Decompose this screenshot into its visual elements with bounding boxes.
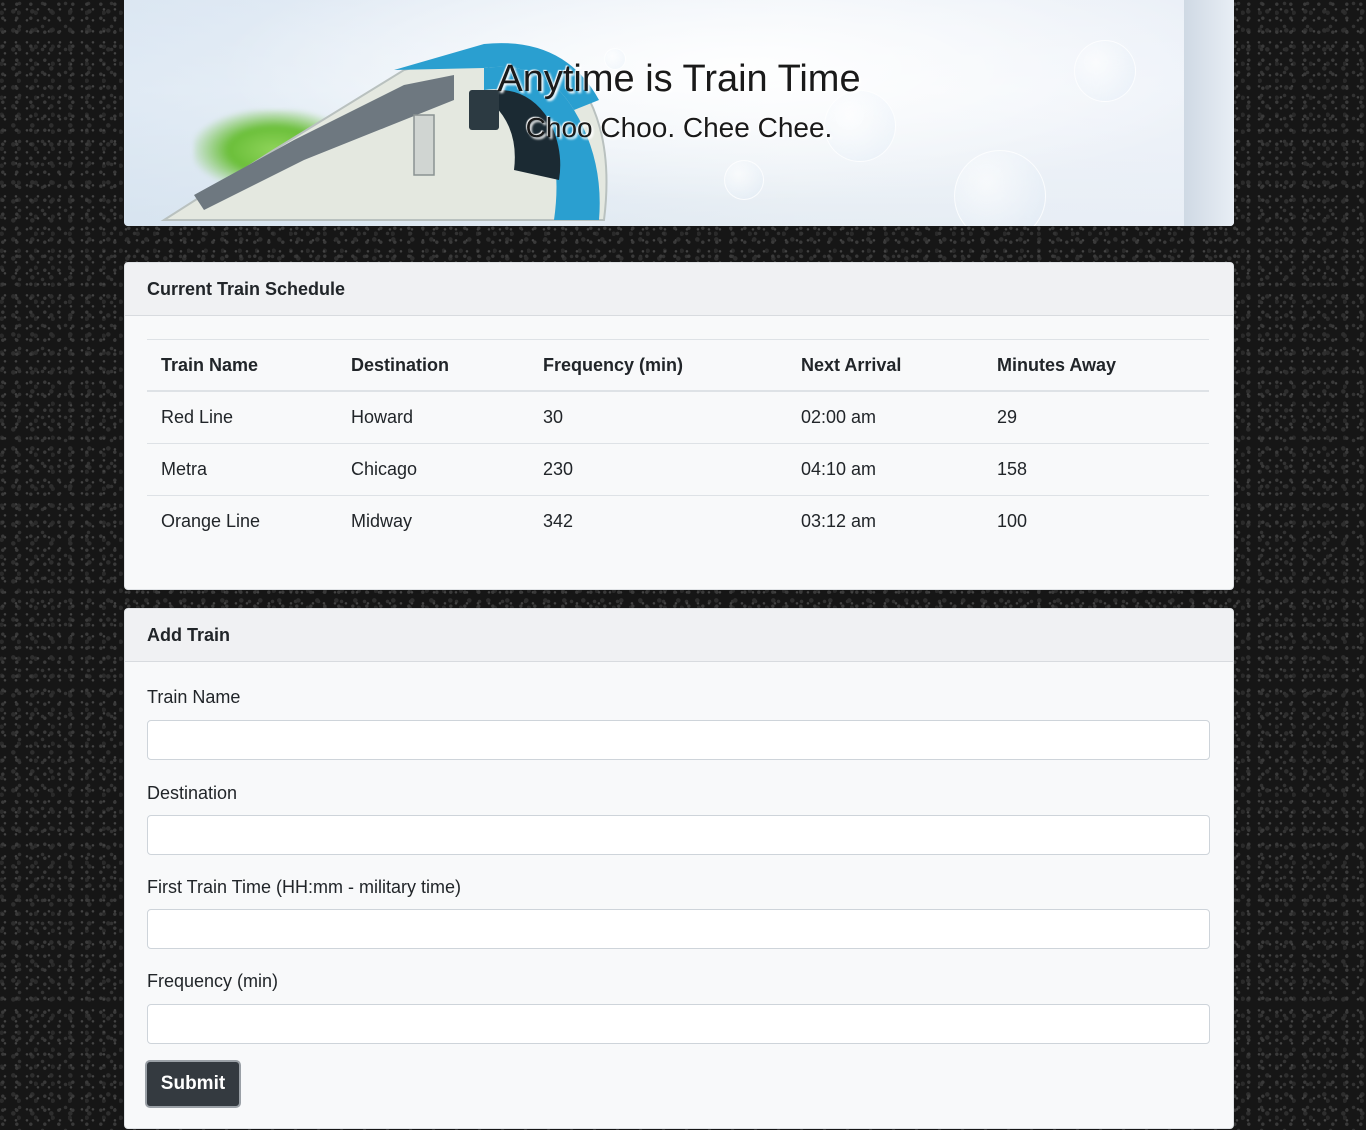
- add-train-card: Add Train Train Name Destination First T…: [124, 608, 1234, 1129]
- cell-next-arrival: 04:10 am: [787, 443, 983, 496]
- train-schedule-table: Train Name Destination Frequency (min) N…: [147, 339, 1209, 547]
- column-header-minutes-away: Minutes Away: [997, 354, 1117, 375]
- cell-minutes-away: 29: [983, 391, 1209, 444]
- schedule-card-body: Train Name Destination Frequency (min) N…: [125, 316, 1233, 547]
- cell-destination: Midway: [351, 511, 413, 531]
- cell-minutes-away: 158: [983, 443, 1209, 496]
- page-subtitle: Choo Choo. Chee Chee.: [525, 112, 833, 143]
- table-row: Red Line Howard 30 02:00 am 29: [147, 391, 1209, 444]
- cell-frequency: 30: [529, 391, 787, 444]
- cell-train-name: Orange Line: [161, 511, 261, 531]
- column-header-train-name: Train Name: [161, 354, 259, 375]
- cell-frequency: 342: [543, 511, 574, 531]
- cell-next-arrival: 02:00 am: [787, 391, 983, 444]
- cell-train-name: Metra: [147, 443, 337, 496]
- destination-label: Destination: [147, 783, 238, 803]
- train-name-input[interactable]: [147, 720, 1210, 760]
- schedule-card-header: Current Train Schedule: [125, 263, 1233, 316]
- table-row: Orange Line Midway 342 03:12 am 100: [147, 496, 1209, 548]
- cell-destination: Howard: [337, 391, 529, 444]
- column-header-next-arrival: Next Arrival: [801, 354, 902, 375]
- first-train-time-input[interactable]: [147, 909, 1210, 949]
- cell-frequency: 230: [529, 443, 787, 496]
- cell-train-name: Red Line: [147, 391, 337, 444]
- submit-button[interactable]: Submit: [145, 1060, 241, 1108]
- column-header-destination: Destination: [351, 354, 450, 375]
- cell-minutes-away: 100: [997, 511, 1028, 531]
- train-name-label: Train Name: [147, 687, 241, 707]
- table-header-row: Train Name Destination Frequency (min) N…: [147, 339, 1209, 391]
- schedule-card: Current Train Schedule Train Name Destin…: [124, 262, 1234, 590]
- frequency-label: Frequency (min): [147, 971, 279, 991]
- page-container: Anytime is Train Time Choo Choo. Chee Ch…: [124, 0, 1234, 1129]
- add-train-card-header: Add Train: [125, 609, 1233, 662]
- column-header-frequency: Frequency (min): [543, 354, 684, 375]
- table-row: Metra Chicago 230 04:10 am 158: [147, 443, 1209, 496]
- destination-input[interactable]: [147, 815, 1210, 855]
- header-banner: Anytime is Train Time Choo Choo. Chee Ch…: [124, 0, 1234, 226]
- first-train-time-label: First Train Time (HH:mm - military time): [147, 877, 461, 897]
- bubble-decoration: [724, 160, 764, 200]
- cell-destination: Chicago: [337, 443, 529, 496]
- page-title: Anytime is Train Time: [497, 58, 861, 100]
- cell-next-arrival: 03:12 am: [801, 511, 877, 531]
- frequency-input[interactable]: [147, 1004, 1210, 1044]
